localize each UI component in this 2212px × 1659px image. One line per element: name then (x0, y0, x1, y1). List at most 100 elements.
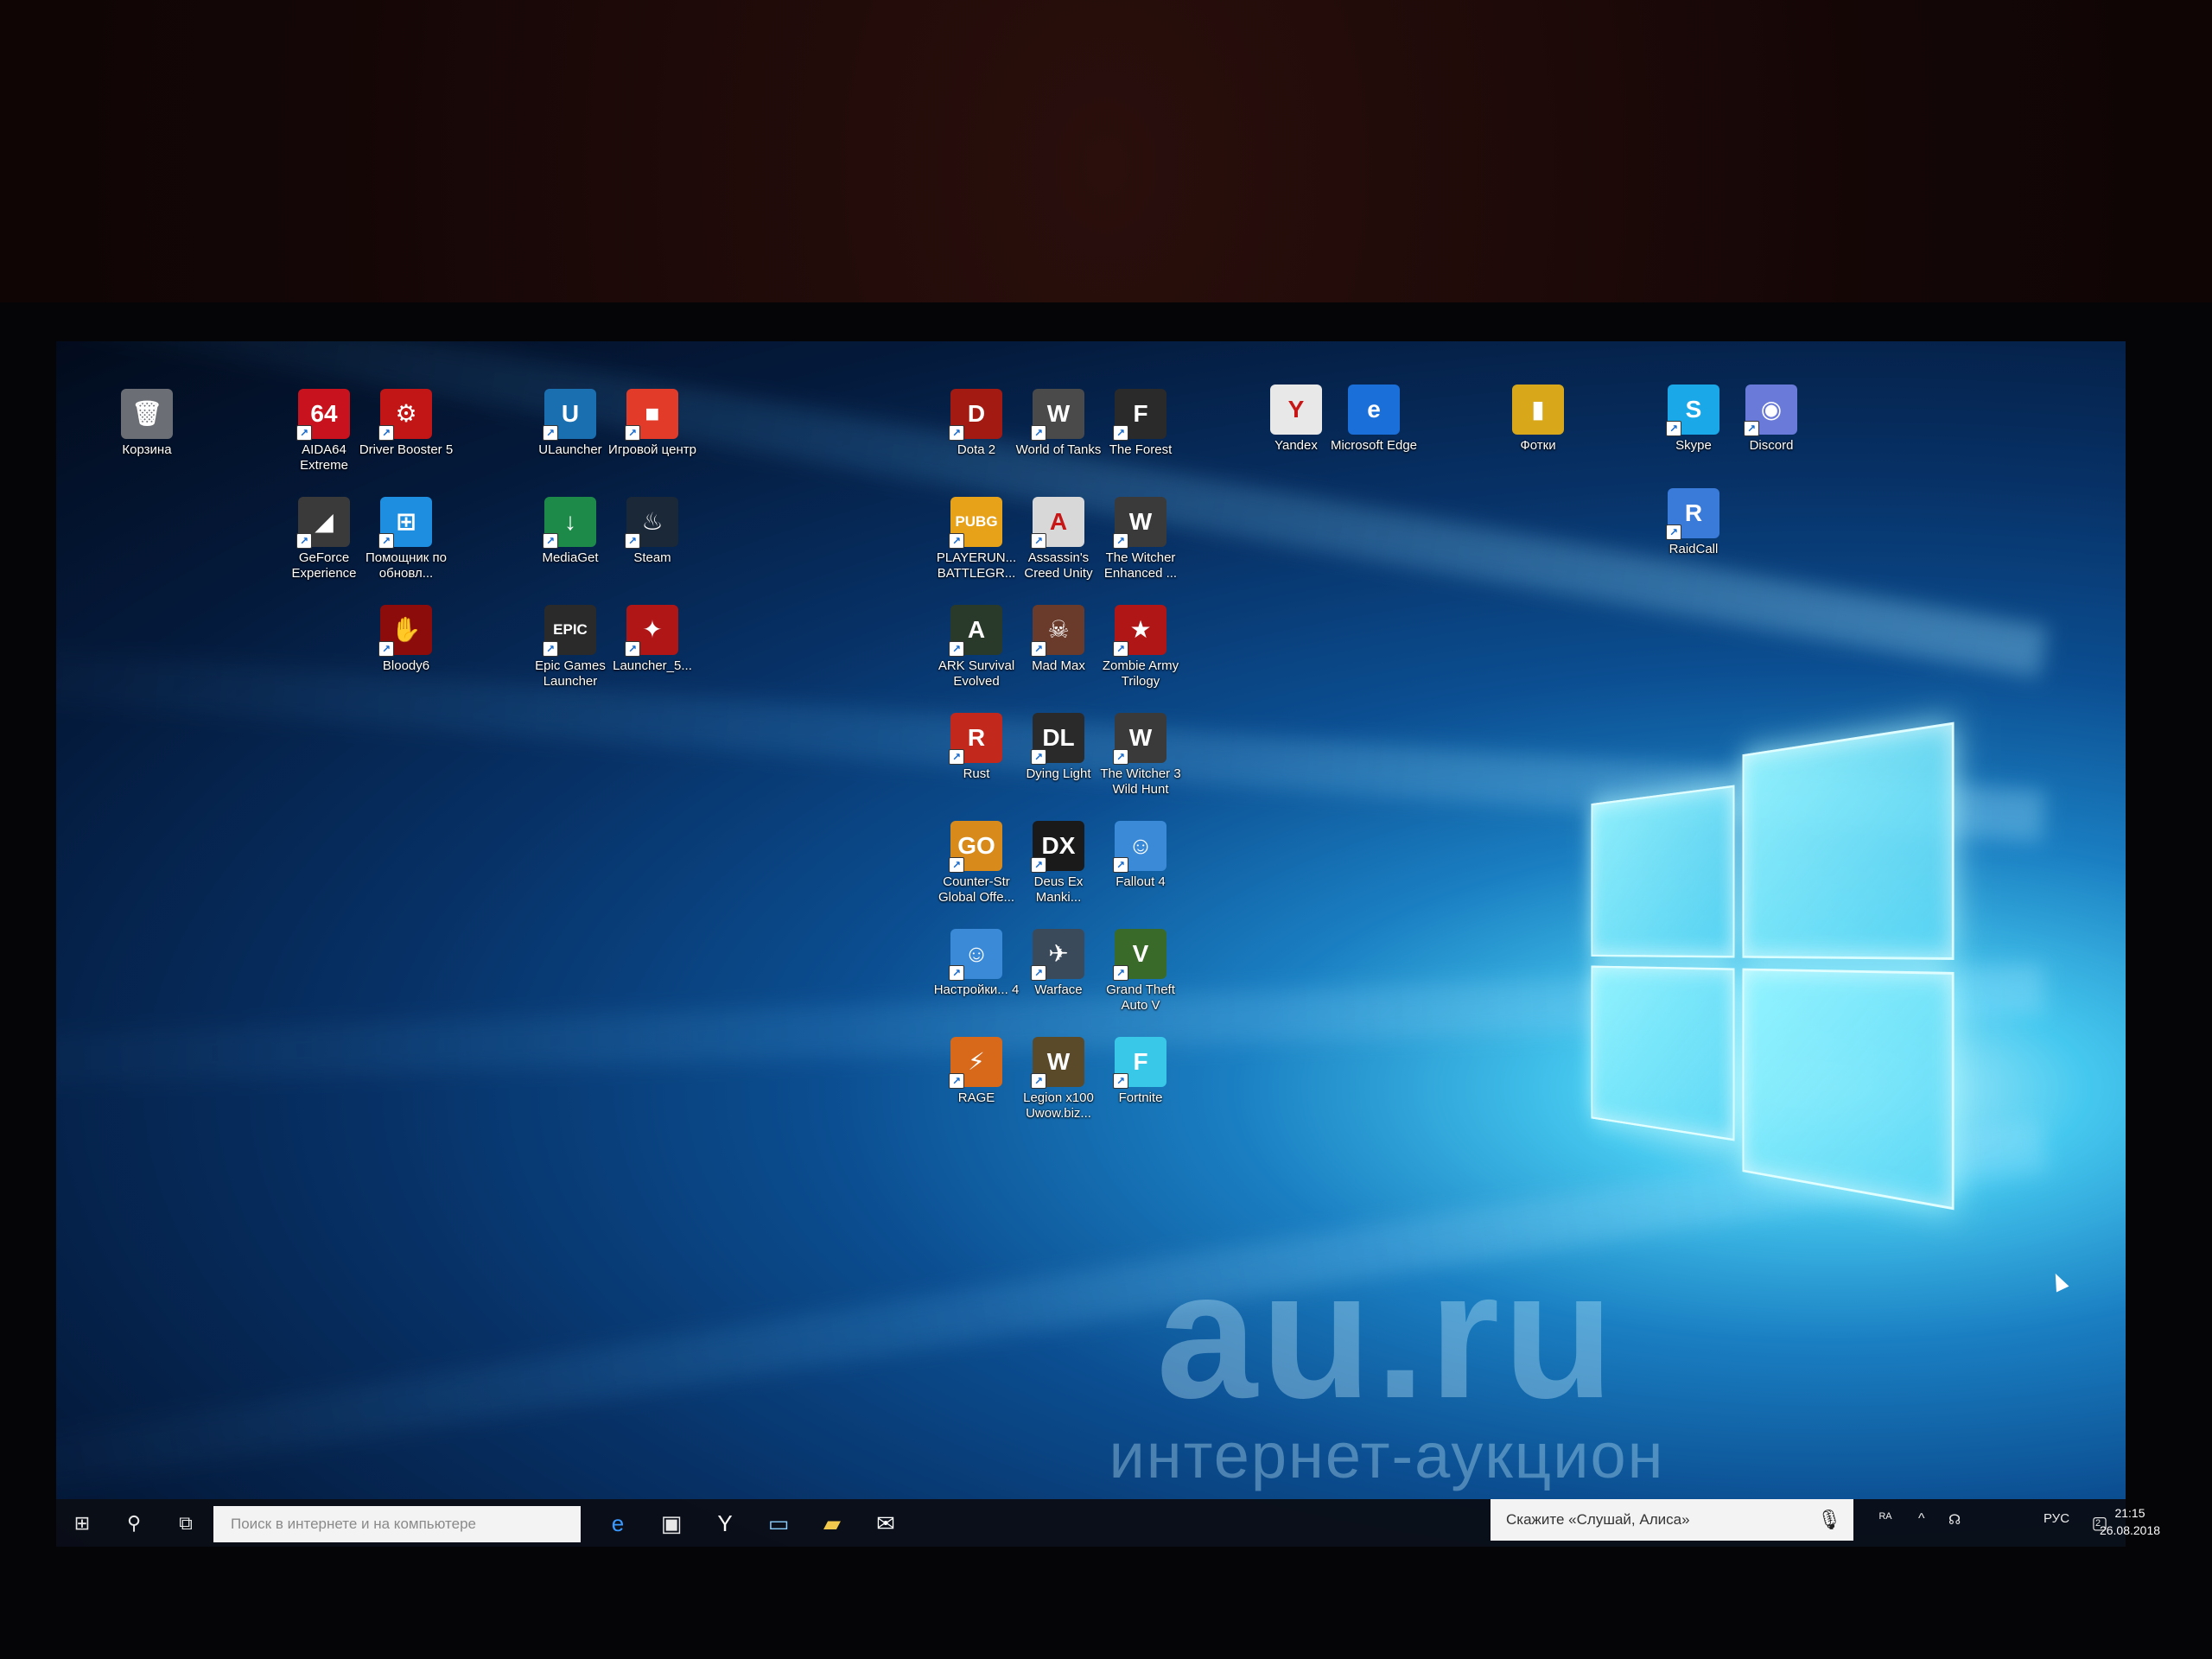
shortcut-arrow-icon: ↗ (1113, 1073, 1128, 1089)
shortcut-arrow-icon: ↗ (1031, 965, 1046, 981)
desktop-icon[interactable]: DL ↗ Dying Light (1011, 713, 1106, 782)
desktop-icon[interactable]: W ↗ Legion x100 Uwow.biz... (1011, 1037, 1106, 1122)
shortcut-arrow-icon: ↗ (949, 533, 964, 549)
desktop-icon[interactable]: A ↗ Assassin's Creed Unity (1011, 497, 1106, 582)
shortcut-arrow-icon: ↗ (949, 857, 964, 873)
app-icon: U ↗ (543, 389, 596, 441)
desktop-icon[interactable]: R ↗ RaidCall (1646, 488, 1741, 557)
envelope-icon[interactable]: ✉ (868, 1506, 903, 1541)
app-icon: GO ↗ (949, 821, 1002, 873)
alice-search-box[interactable]: Скажите «Слушай, Алиса» 🎙 (1491, 1499, 1853, 1541)
desktop-icon-label: Игровой центр (608, 442, 696, 457)
app-icon: ⚙ ↗ (378, 389, 432, 441)
desktop-icon[interactable]: ♨ ↗ Steam (605, 497, 700, 566)
desktop-icon[interactable]: V ↗ Grand Theft Auto V (1093, 929, 1188, 1014)
desktop-icon-label: Настройки... 4 (933, 982, 1020, 997)
language-indicator[interactable]: РУС (2044, 1511, 2069, 1526)
desktop-icon[interactable]: 🗑 Корзина (99, 389, 194, 458)
app-icon: W ↗ (1113, 497, 1166, 549)
app-icon: 🗑 (121, 389, 173, 439)
shortcut-arrow-icon: ↗ (949, 425, 964, 441)
windows-logo-wallpaper (1591, 721, 1957, 1211)
desktop-icon[interactable]: ☠ ↗ Mad Max (1011, 605, 1106, 674)
desktop-icon[interactable]: ◢ ↗ GeForce Experience (276, 497, 372, 582)
app-icon: ◉ ↗ (1744, 385, 1797, 436)
desktop-icon[interactable]: W ↗ The Witcher Enhanced ... (1093, 497, 1188, 582)
mail-icon[interactable]: ▭ (761, 1506, 796, 1541)
desktop-icon-label: Warface (1034, 982, 1083, 997)
desktop-icon-label: Microsoft Edge (1330, 438, 1418, 453)
desktop-icon[interactable]: W ↗ The Witcher 3 Wild Hunt (1093, 713, 1188, 798)
watermark-site: au.ru (1156, 1233, 1618, 1436)
file-explorer-icon[interactable]: ▰ (815, 1506, 849, 1541)
desktop[interactable]: au.ru интернет-аукцион 🗑 Корзина 64 ↗ AIDA64… (56, 341, 2126, 1547)
edge-icon[interactable]: e (601, 1506, 635, 1541)
task-view-button[interactable]: ⧉ (168, 1506, 203, 1541)
shortcut-arrow-icon: ↗ (1031, 533, 1046, 549)
app-icon: ✈ ↗ (1031, 929, 1084, 981)
desktop-icon[interactable]: ↓ ↗ MediaGet (523, 497, 618, 566)
taskbar-search-input[interactable]: Поиск в интернете и на компьютере (213, 1506, 581, 1542)
app-icon: PUBG ↗ (949, 497, 1002, 549)
desktop-icon-label: ULauncher (538, 442, 602, 457)
app-icon: DX ↗ (1031, 821, 1084, 873)
desktop-icon[interactable]: ✦ ↗ Launcher_5... (605, 605, 700, 674)
desktop-icon[interactable]: PUBG ↗ PLAYERUN... BATTLEGR... (929, 497, 1024, 582)
app-icon: ☠ ↗ (1031, 605, 1084, 657)
desktop-icon[interactable]: ★ ↗ Zombie Army Trilogy (1093, 605, 1188, 690)
search-button[interactable]: ⚲ (117, 1506, 151, 1541)
desktop-icon[interactable]: GO ↗ Counter-Str Global Offe... (929, 821, 1024, 906)
desktop-icon[interactable]: ⊞ ↗ Помощник по обновл... (359, 497, 454, 582)
desktop-icon[interactable]: ⚙ ↗ Driver Booster 5 (359, 389, 454, 458)
taskbar: ⊞ ⚲ ⧉ Поиск в интернете и на компьютере … (56, 1499, 2160, 1547)
desktop-icon-label: GeForce Experience (291, 550, 357, 581)
start-button[interactable]: ⊞ (65, 1506, 99, 1541)
desktop-icon[interactable]: A ↗ ARK Survival Evolved (929, 605, 1024, 690)
shortcut-arrow-icon: ↗ (625, 641, 640, 657)
desktop-icon-label: Dying Light (1026, 766, 1091, 781)
shortcut-arrow-icon: ↗ (625, 425, 640, 441)
app-icon: DL ↗ (1031, 713, 1084, 765)
app-icon: D ↗ (949, 389, 1002, 441)
desktop-icon-label: MediaGet (542, 550, 599, 565)
desktop-icon-label: Помощник по обновл... (365, 550, 447, 581)
desktop-icon[interactable]: ✋ ↗ Bloody6 (359, 605, 454, 674)
desktop-icon-label: RAGE (957, 1090, 995, 1105)
desktop-icon-label: Rust (963, 766, 990, 781)
desktop-icon[interactable]: R ↗ Rust (929, 713, 1024, 782)
desktop-icon[interactable]: W ↗ World of Tanks (1011, 389, 1106, 458)
desktop-icon[interactable]: ◉ ↗ Discord (1724, 385, 1819, 454)
desktop-icon[interactable]: D ↗ Dota 2 (929, 389, 1024, 458)
desktop-icon[interactable]: e Microsoft Edge (1326, 385, 1421, 454)
yandex-browser-icon[interactable]: Y (708, 1506, 742, 1541)
desktop-icon[interactable]: EPIC ↗ Epic Games Launcher (523, 605, 618, 690)
notifications-button[interactable]: ▢ 2 (2082, 1506, 2117, 1541)
shortcut-arrow-icon: ↗ (1113, 425, 1128, 441)
desktop-icon[interactable]: ■ ↗ Игровой центр (605, 389, 700, 458)
app-icon: ◢ ↗ (296, 497, 350, 549)
microphone-icon[interactable]: 🎙 (1817, 1499, 1841, 1541)
desktop-icon[interactable]: F ↗ The Forest (1093, 389, 1188, 458)
app-icon: EPIC ↗ (543, 605, 596, 657)
app-icon: F ↗ (1113, 1037, 1166, 1089)
desktop-icon[interactable]: U ↗ ULauncher (523, 389, 618, 458)
desktop-icon[interactable]: F ↗ Fortnite (1093, 1037, 1188, 1106)
desktop-icon[interactable]: 64 ↗ AIDA64 Extreme (276, 389, 372, 474)
app-icon: ■ ↗ (625, 389, 678, 441)
desktop-icon[interactable]: ⚡ ↗ RAGE (929, 1037, 1024, 1106)
app-icon: 64 ↗ (296, 389, 350, 441)
network-icon[interactable]: ☊ (1948, 1511, 1961, 1529)
app-icon: ♨ ↗ (625, 497, 678, 549)
app-icon: V ↗ (1113, 929, 1166, 981)
desktop-icon[interactable]: ☺ ↗ Настройки... 4 (929, 929, 1024, 998)
desktop-icon[interactable]: ✈ ↗ Warface (1011, 929, 1106, 998)
people-icon[interactable]: ᴿᴬ (1879, 1511, 1891, 1527)
chevron-up-icon[interactable]: ^ (1918, 1511, 1925, 1527)
desktop-icon-label: Fallout 4 (1116, 874, 1166, 889)
app-icon: ⊞ ↗ (378, 497, 432, 549)
desktop-icon[interactable]: ☺ ↗ Fallout 4 (1093, 821, 1188, 890)
desktop-icon[interactable]: DX ↗ Deus Ex Manki... (1011, 821, 1106, 906)
desktop-icon-label: Dota 2 (957, 442, 996, 457)
store-icon[interactable]: ▣ (654, 1506, 689, 1541)
desktop-icon[interactable]: ▮ Фотки (1491, 385, 1586, 454)
